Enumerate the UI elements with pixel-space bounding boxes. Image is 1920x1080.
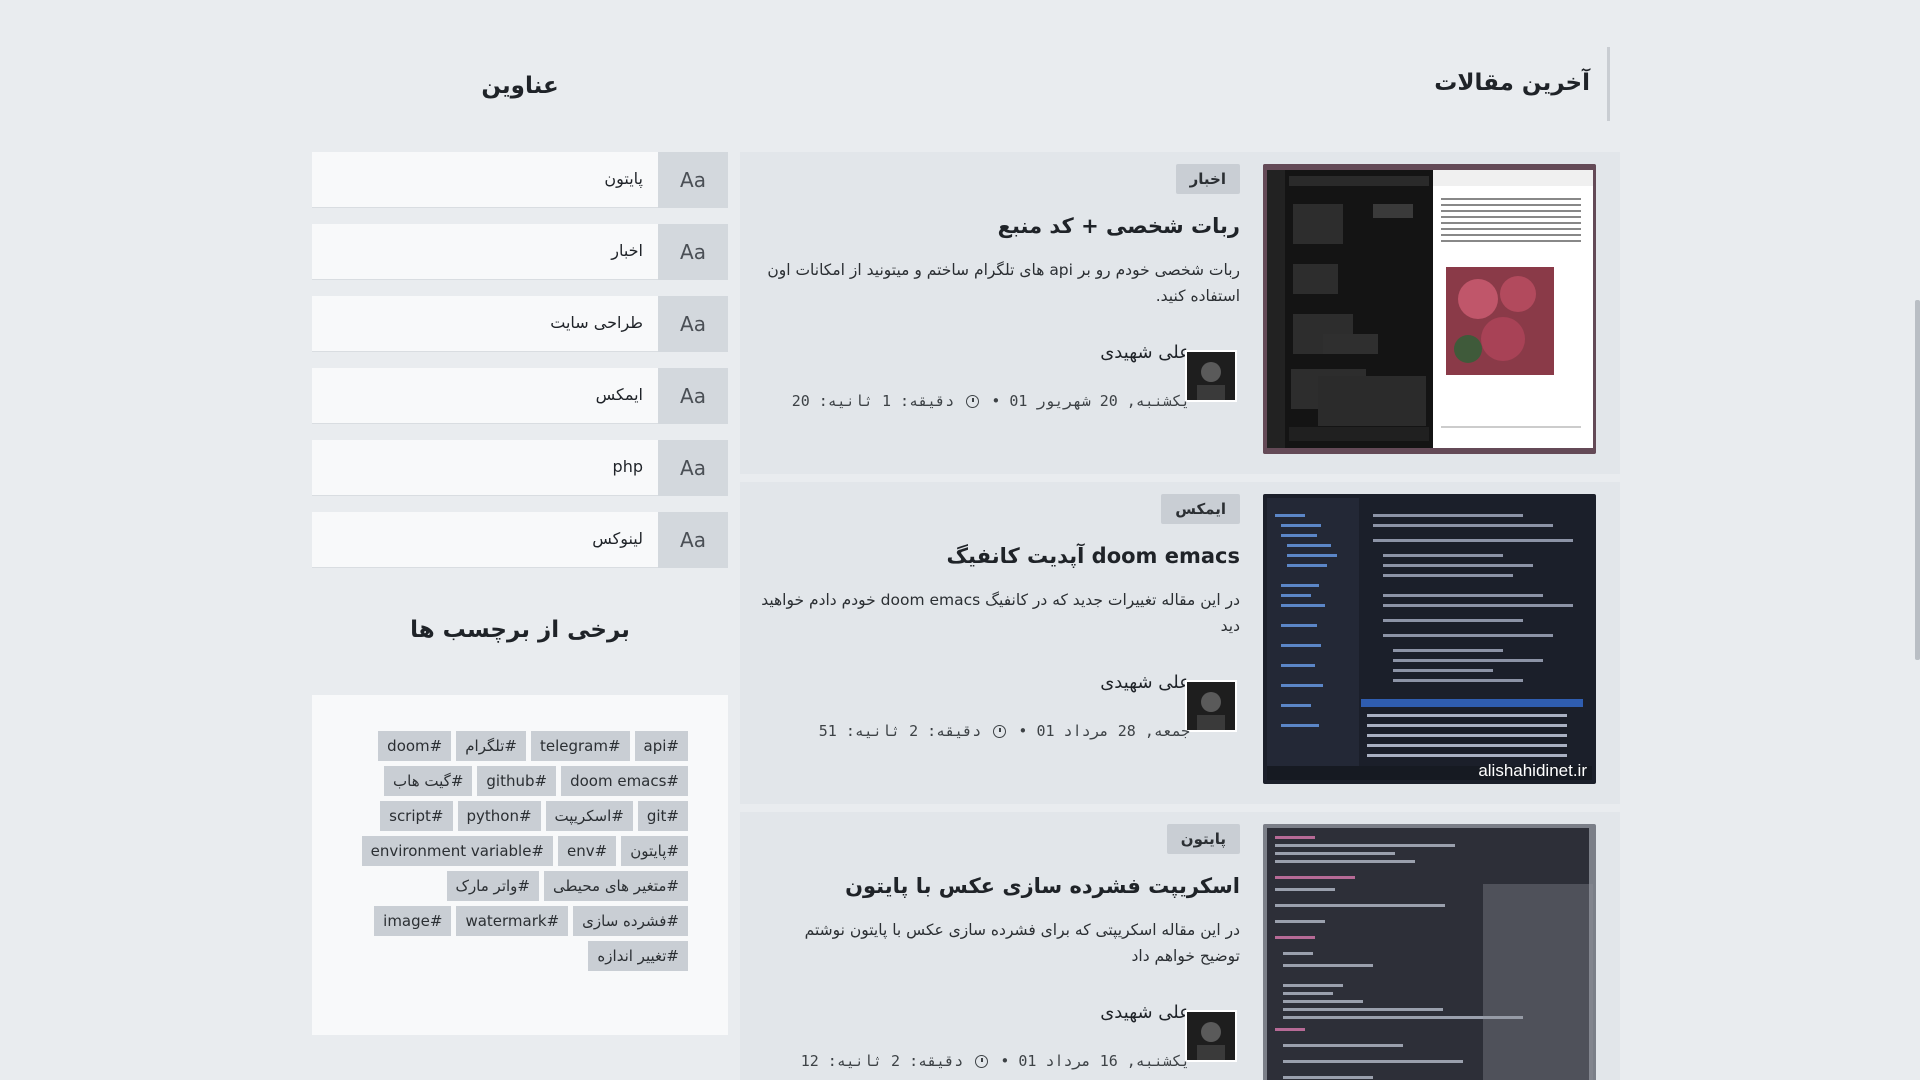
categories-title: عناوین [481, 73, 559, 99]
tag-chip[interactable]: environment variable# [361, 836, 554, 866]
author-avatar[interactable] [1185, 680, 1237, 732]
tag-chip[interactable]: script# [380, 801, 453, 831]
author-avatar[interactable] [1185, 1010, 1237, 1062]
post-title[interactable]: آپدیت کانفیگ doom emacs [947, 544, 1240, 568]
latest-articles-header: آخرین مقالات [740, 45, 1620, 121]
category-label: پایتون [604, 169, 643, 188]
clock-icon [975, 1055, 989, 1068]
scrollbar-thumb[interactable] [1915, 300, 1920, 660]
dot-separator: • [991, 392, 1001, 410]
clock-icon [966, 395, 980, 408]
tag-chip[interactable]: env# [558, 836, 617, 866]
thumbnail-watermark: alishahidinet.ir [1478, 761, 1587, 780]
category-item-linux[interactable]: Aa لینوکس [312, 512, 728, 568]
post-thumbnail[interactable] [1263, 824, 1596, 1080]
post-category-badge[interactable]: اخبار [1175, 164, 1240, 194]
tag-chip[interactable]: اسکریپت# [545, 801, 633, 831]
category-item-news[interactable]: Aa اخبار [312, 224, 728, 280]
post-card[interactable]: اخبار ربات شخصی + کد منبع ربات شخصی خودم… [740, 152, 1620, 474]
tag-chip[interactable]: فشرده سازی# [573, 906, 688, 936]
category-icon: Aa [658, 440, 728, 496]
category-icon: Aa [658, 296, 728, 352]
tag-chip[interactable]: گیت هاب# [384, 766, 473, 796]
category-item-php[interactable]: Aa php [312, 440, 728, 496]
tag-chip[interactable]: git# [637, 801, 688, 831]
post-meta: یکشنبه, 16 مرداد 01 • دقیقه: 2 ثانیه: 12 [801, 1052, 1190, 1070]
post-title[interactable]: اسکریپت فشرده سازی عکس با پایتون [845, 874, 1240, 898]
category-icon: Aa [658, 152, 728, 208]
post-card[interactable]: پایتون اسکریپت فشرده سازی عکس با پایتون … [740, 812, 1620, 1080]
category-icon: Aa [658, 512, 728, 568]
post-date: جمعه, 28 مرداد 01 [1036, 722, 1190, 740]
tag-chip[interactable]: پایتون# [621, 836, 688, 866]
emacs-screenshot-image: alishahidinet.ir [1263, 494, 1596, 784]
tag-chip[interactable]: تلگرام# [456, 731, 526, 761]
post-thumbnail[interactable]: alishahidinet.ir [1263, 494, 1596, 784]
post-reading-time: دقیقه: 2 ثانیه: 51 [818, 722, 982, 740]
tag-chip[interactable]: image# [374, 906, 452, 936]
post-excerpt: در این مقاله تغییرات جدید که در کانفیگ d… [761, 591, 1240, 635]
post-excerpt: در این مقاله اسکریپتی که برای فشرده سازی… [804, 921, 1240, 965]
tags-card: api# telegram# تلگرام# doom# doom emacs# gith… [312, 695, 728, 1035]
category-label: php [612, 457, 643, 476]
category-item-web-design[interactable]: Aa طراحی سایت [312, 296, 728, 352]
dot-separator: • [1018, 722, 1028, 740]
author-avatar[interactable] [1185, 350, 1237, 402]
post-author[interactable]: علی شهیدی [1100, 1002, 1190, 1023]
tags-title: برخی از برچسب ها [410, 617, 630, 643]
post-excerpt: ربات شخصی خودم رو بر api های تلگرام ساخت… [767, 261, 1240, 305]
latest-articles-section: آخرین مقالات اخبار ربات شخصی + کد منبع ر… [740, 45, 1620, 1080]
post-card[interactable]: alishahidinet.ir ایمکس آپدیت کانفیگ doom… [740, 482, 1620, 804]
tag-chip[interactable]: telegram# [530, 731, 630, 761]
header-accent-bar [1607, 47, 1610, 121]
category-label: طراحی سایت [550, 313, 643, 332]
tag-chip[interactable]: doom# [378, 731, 452, 761]
post-reading-time: دقیقه: 2 ثانیه: 12 [800, 1052, 964, 1070]
post-author[interactable]: علی شهیدی [1100, 672, 1190, 693]
tag-chip[interactable]: github# [477, 766, 557, 796]
python-script-screenshot-image [1263, 824, 1596, 1080]
tag-chip[interactable]: python# [457, 801, 541, 831]
category-label: اخبار [611, 241, 643, 260]
category-label: لینوکس [592, 529, 643, 548]
category-item-emacs[interactable]: Aa ایمکس [312, 368, 728, 424]
category-icon: Aa [658, 224, 728, 280]
page-scrollbar[interactable] [1915, 0, 1920, 1080]
post-meta: یکشنبه, 20 شهریور 01 • دقیقه: 1 ثانیه: 2… [792, 392, 1190, 410]
post-category-badge[interactable]: ایمکس [1161, 494, 1240, 524]
tag-chip[interactable]: متغیر های محیطی# [544, 871, 688, 901]
post-thumbnail[interactable] [1263, 164, 1596, 454]
tag-chip[interactable]: واتر مارک# [446, 871, 539, 901]
tag-chip[interactable]: doom emacs# [561, 766, 688, 796]
tag-chip[interactable]: تغییر اندازه# [588, 941, 688, 971]
tag-cloud: api# telegram# تلگرام# doom# doom emacs# gith… [352, 731, 688, 971]
post-date: یکشنبه, 20 شهریور 01 [1009, 392, 1190, 410]
dot-separator: • [1000, 1052, 1010, 1070]
clock-icon [993, 725, 1007, 738]
tag-chip[interactable]: watermark# [456, 906, 569, 936]
telegram-screenshot-image [1263, 164, 1596, 454]
category-icon: Aa [658, 368, 728, 424]
category-label: ایمکس [595, 385, 643, 404]
post-author[interactable]: علی شهیدی [1100, 342, 1190, 363]
latest-articles-title: آخرین مقالات [1434, 70, 1590, 96]
post-date: یکشنبه, 16 مرداد 01 [1018, 1052, 1190, 1070]
post-reading-time: دقیقه: 1 ثانیه: 20 [791, 392, 955, 410]
tag-chip[interactable]: api# [634, 731, 688, 761]
post-category-badge[interactable]: پایتون [1166, 824, 1240, 854]
post-title[interactable]: ربات شخصی + کد منبع [998, 214, 1240, 238]
post-meta: جمعه, 28 مرداد 01 • دقیقه: 2 ثانیه: 51 [819, 722, 1190, 740]
category-item-python[interactable]: Aa پایتون [312, 152, 728, 208]
